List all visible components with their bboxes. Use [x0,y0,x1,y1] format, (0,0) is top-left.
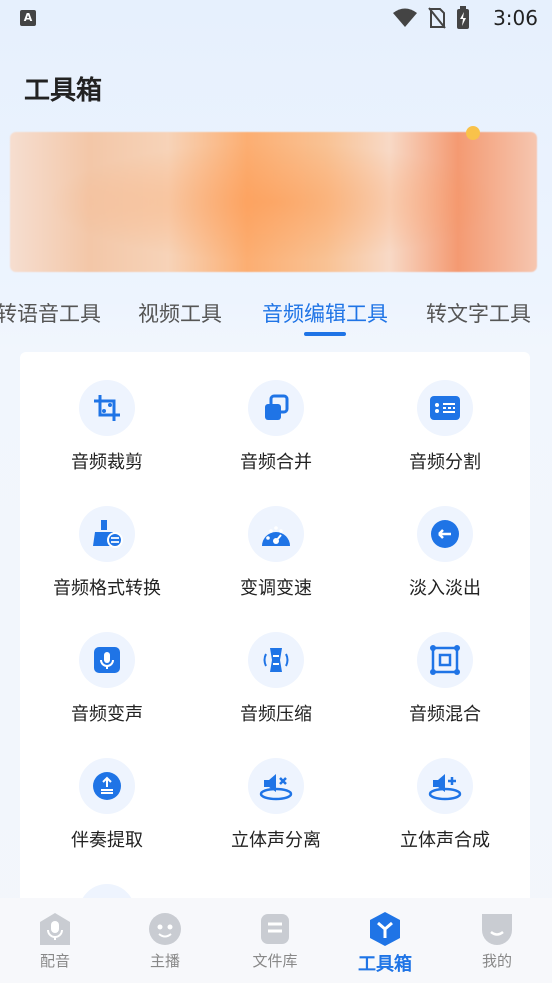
nav-label: 我的 [481,952,512,970]
profile-icon [480,912,514,946]
tool-accompaniment-extract[interactable]: 伴奏提取 [22,758,192,852]
page-title: 工具箱 [24,76,103,106]
merge-icon [248,380,304,436]
nav-profile[interactable]: 我的 [442,908,552,971]
tool-category-tabs: 转语音工具 视频工具 音频编辑工具 转文字工具 [0,292,552,342]
folder-icon [258,912,292,946]
tool-label: 淡入淡出 [409,578,481,599]
tool-label: 伴奏提取 [71,830,143,851]
voice-change-icon [79,632,135,688]
battery-icon [457,6,469,29]
tool-label: 音频合并 [240,452,312,473]
status-icons [392,6,470,30]
tool-label: 立体声合成 [400,830,490,851]
tool-audio-compress[interactable]: 音频压缩 [191,632,361,726]
tool-format-convert[interactable]: 音频格式转换 [22,506,192,600]
tool-label: 音频格式转换 [53,578,161,599]
nav-label: 文件库 [252,952,298,970]
tab-video-tools[interactable]: 视频工具 [138,298,222,328]
active-tab-indicator [304,332,346,336]
tool-label: 音频混合 [409,704,481,725]
banner-badge [466,126,480,140]
nav-label: 配音 [39,952,70,970]
tool-label: 立体声分离 [231,830,321,851]
tool-stereo-split[interactable]: 立体声分离 [191,758,361,852]
promo-banner[interactable] [10,132,537,272]
mic-icon [38,912,72,946]
tools-grid: 音频裁剪 音频合并 音频分割 音频格式转换 变调变速 淡入淡出 音频变声 音频压… [20,352,530,912]
wifi-icon [393,8,417,27]
extract-icon [79,758,135,814]
status-bar: A 3:06 [0,0,552,40]
tool-audio-crop[interactable]: 音频裁剪 [22,380,192,474]
tool-label: 音频裁剪 [71,452,143,473]
tool-label: 音频变声 [71,704,143,725]
toolbox-icon [368,912,402,946]
speed-dial-icon [248,506,304,562]
split-icon [417,380,473,436]
status-time: 3:06 [493,6,538,30]
stereo-split-icon [248,758,304,814]
tool-label: 音频压缩 [240,704,312,725]
tab-audio-edit-tools[interactable]: 音频编辑工具 [262,298,388,328]
nav-label: 主播 [149,952,180,970]
face-icon [148,912,182,946]
no-sim-icon [428,7,446,29]
mix-icon [417,632,473,688]
tool-audio-merge[interactable]: 音频合并 [191,380,361,474]
compress-icon [248,632,304,688]
tab-tts-tools[interactable]: 转语音工具 [0,298,101,328]
tool-audio-split[interactable]: 音频分割 [360,380,530,474]
nav-anchor[interactable]: 主播 [110,908,220,971]
format-convert-icon [79,506,135,562]
tool-fade[interactable]: 淡入淡出 [360,506,530,600]
fade-icon [417,506,473,562]
tool-audio-mix[interactable]: 音频混合 [360,632,530,726]
nav-dubbing[interactable]: 配音 [0,908,110,971]
app-notification-icon: A [20,10,36,26]
tool-label: 变调变速 [240,578,312,599]
bottom-navigation: 配音 主播 文件库 工具箱 我的 [0,898,552,983]
tool-pitch-speed[interactable]: 变调变速 [191,506,361,600]
nav-toolbox[interactable]: 工具箱 [330,908,440,976]
tool-label: 音频分割 [409,452,481,473]
tool-stereo-merge[interactable]: 立体声合成 [360,758,530,852]
crop-icon [79,380,135,436]
tool-voice-change[interactable]: 音频变声 [22,632,192,726]
stereo-merge-icon [417,758,473,814]
nav-label: 工具箱 [358,954,412,975]
tab-stt-tools[interactable]: 转文字工具 [426,298,531,328]
nav-file-library[interactable]: 文件库 [220,908,330,971]
